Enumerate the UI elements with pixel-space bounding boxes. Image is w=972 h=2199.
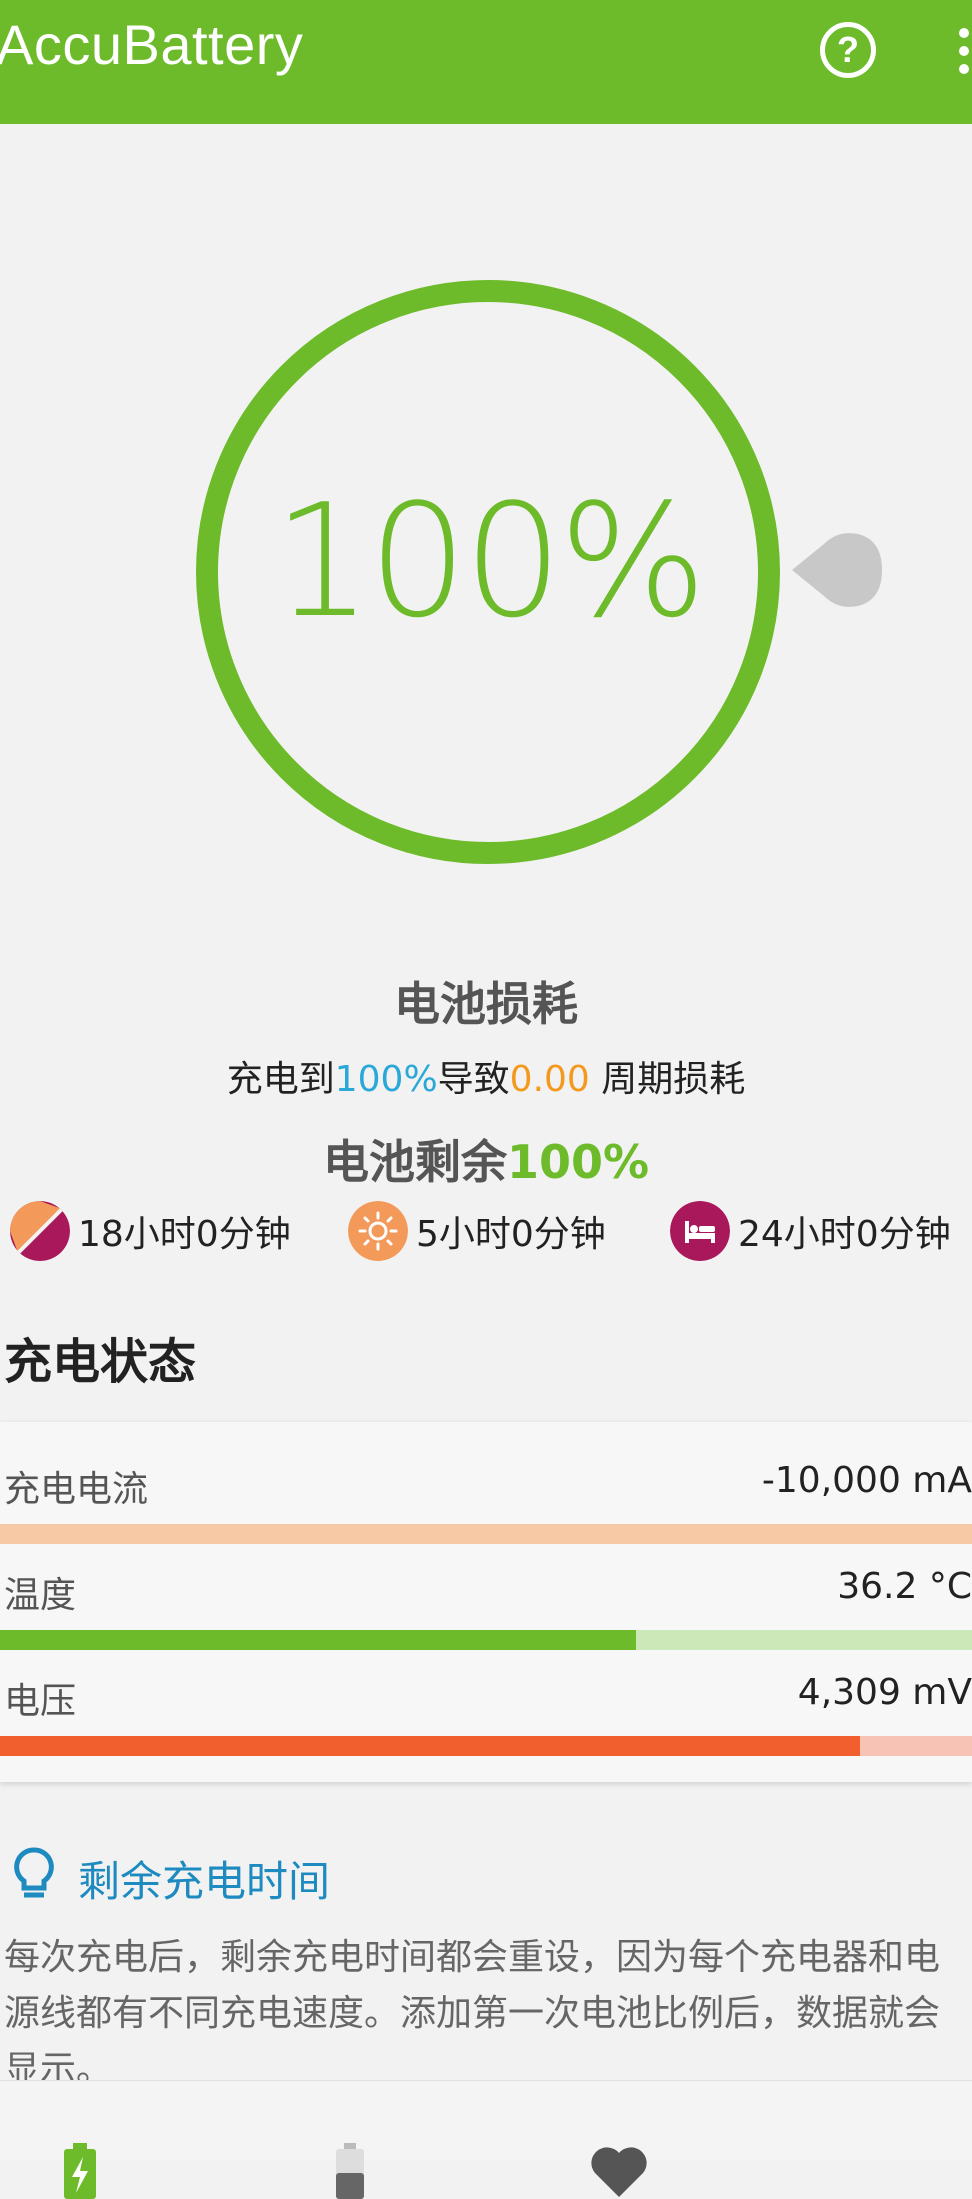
row-value: -10,000 mA [761, 1460, 972, 1501]
estimate-text: 5小时0分钟 [416, 1214, 606, 1255]
row-voltage: 电压 4,309 mV [0, 1672, 972, 1778]
wear-suffix: 周期损耗 [589, 1059, 746, 1100]
estimate-screen-on: 5小时0分钟 [348, 1198, 606, 1264]
row-value: 4,309 mV [797, 1672, 972, 1713]
bed-icon [670, 1201, 730, 1261]
screen-mixed-icon [10, 1201, 70, 1261]
battery-percent: 100% [273, 470, 707, 652]
temperature-bar-fill [0, 1630, 636, 1650]
row-temperature: 温度 36.2 °C [0, 1566, 972, 1672]
temperature-bar [0, 1630, 972, 1650]
estimate-sleep: 24小时0分钟 [670, 1198, 951, 1264]
app-bar: AccuBattery ? [0, 0, 972, 124]
estimate-text: 24小时0分钟 [738, 1214, 951, 1255]
wear-percent: 100% [334, 1059, 438, 1100]
charging-status-card: 充电电流 -10,000 mA 温度 36.2 °C 电压 4,309 mV [0, 1422, 972, 1782]
wear-cycles: 0.00 [509, 1059, 590, 1100]
row-label: 电压 [4, 1681, 77, 1722]
wear-title: 电池损耗 [394, 977, 578, 1031]
heart-icon[interactable] [590, 2145, 648, 2197]
lightbulb-icon [14, 1847, 54, 1898]
estimate-mixed: 18小时0分钟 [10, 1198, 291, 1264]
row-label: 充电电流 [4, 1469, 149, 1510]
battery-charging-icon[interactable] [62, 2143, 98, 2199]
row-current: 充电电流 -10,000 mA [0, 1460, 972, 1566]
battery-gauge: 100% [196, 280, 780, 864]
sun-icon [348, 1201, 408, 1261]
wear-line: 充电到100%导致0.00 周期损耗 [0, 1050, 972, 1102]
app-title: AccuBattery [0, 13, 304, 76]
charging-status-title: 充电状态 [4, 1334, 197, 1390]
row-value: 36.2 °C [837, 1566, 972, 1607]
more-vert-icon[interactable] [956, 28, 972, 78]
voltage-bar-fill [0, 1736, 861, 1756]
wear-prefix: 充电到 [226, 1059, 335, 1100]
remaining-value: 100% [506, 1135, 650, 1189]
current-bar [0, 1524, 972, 1544]
battery-remaining: 电池剩余100% [0, 1126, 972, 1192]
gauge-handle-icon[interactable] [788, 530, 884, 610]
tip-body: 每次充电后，剩余充电时间都会重设，因为每个充电器和电源线都有不同充电速度。添加第… [4, 1937, 941, 2090]
estimate-text: 18小时0分钟 [78, 1214, 291, 1255]
wear-middle: 导致 [437, 1059, 510, 1100]
tip-title: 剩余充电时间 [78, 1857, 331, 1906]
usage-estimates: 18小时0分钟 5小时0分钟 24小时0分钟 [0, 1198, 972, 1268]
row-label: 温度 [4, 1575, 77, 1616]
remaining-label: 电池剩余 [322, 1135, 507, 1189]
battery-icon[interactable] [334, 2143, 366, 2199]
help-circle-icon[interactable]: ? [820, 22, 876, 78]
bottom-nav [0, 2080, 972, 2199]
voltage-bar [0, 1736, 972, 1756]
